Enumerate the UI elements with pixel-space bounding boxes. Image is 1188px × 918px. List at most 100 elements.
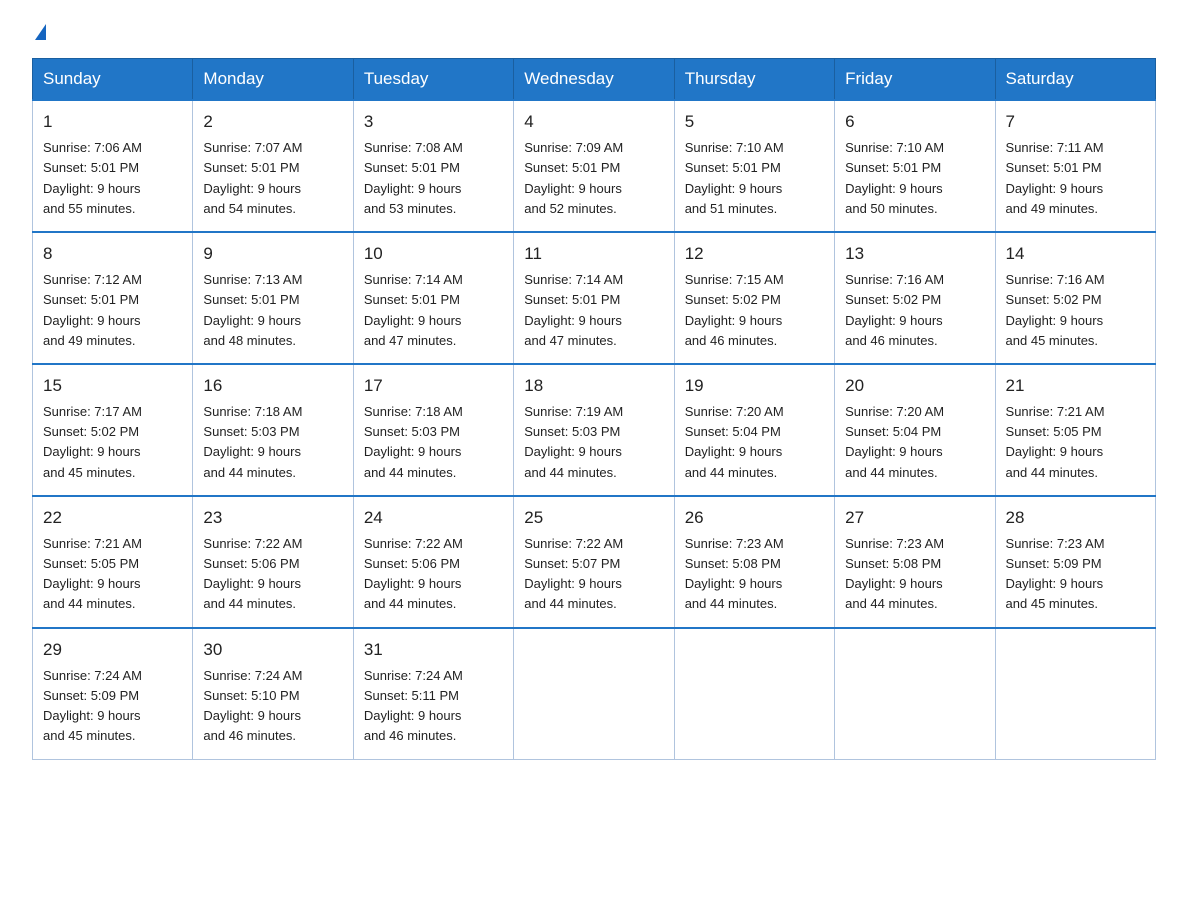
day-info: Sunrise: 7:21 AM Sunset: 5:05 PM Dayligh… bbox=[43, 536, 142, 611]
calendar-cell bbox=[514, 628, 674, 759]
calendar-week-5: 29 Sunrise: 7:24 AM Sunset: 5:09 PM Dayl… bbox=[33, 628, 1156, 759]
day-info: Sunrise: 7:18 AM Sunset: 5:03 PM Dayligh… bbox=[203, 404, 302, 479]
day-info: Sunrise: 7:10 AM Sunset: 5:01 PM Dayligh… bbox=[685, 140, 784, 215]
day-number: 22 bbox=[43, 505, 182, 531]
calendar-cell: 26 Sunrise: 7:23 AM Sunset: 5:08 PM Dayl… bbox=[674, 496, 834, 628]
calendar-week-3: 15 Sunrise: 7:17 AM Sunset: 5:02 PM Dayl… bbox=[33, 364, 1156, 496]
calendar-week-4: 22 Sunrise: 7:21 AM Sunset: 5:05 PM Dayl… bbox=[33, 496, 1156, 628]
day-info: Sunrise: 7:12 AM Sunset: 5:01 PM Dayligh… bbox=[43, 272, 142, 347]
day-number: 11 bbox=[524, 241, 663, 267]
day-number: 28 bbox=[1006, 505, 1145, 531]
day-number: 27 bbox=[845, 505, 984, 531]
calendar-cell: 9 Sunrise: 7:13 AM Sunset: 5:01 PM Dayli… bbox=[193, 232, 353, 364]
calendar-cell: 5 Sunrise: 7:10 AM Sunset: 5:01 PM Dayli… bbox=[674, 100, 834, 232]
day-info: Sunrise: 7:23 AM Sunset: 5:08 PM Dayligh… bbox=[845, 536, 944, 611]
calendar-cell: 2 Sunrise: 7:07 AM Sunset: 5:01 PM Dayli… bbox=[193, 100, 353, 232]
day-number: 30 bbox=[203, 637, 342, 663]
day-number: 21 bbox=[1006, 373, 1145, 399]
day-number: 10 bbox=[364, 241, 503, 267]
day-info: Sunrise: 7:18 AM Sunset: 5:03 PM Dayligh… bbox=[364, 404, 463, 479]
calendar-cell: 29 Sunrise: 7:24 AM Sunset: 5:09 PM Dayl… bbox=[33, 628, 193, 759]
calendar-week-1: 1 Sunrise: 7:06 AM Sunset: 5:01 PM Dayli… bbox=[33, 100, 1156, 232]
calendar-cell bbox=[835, 628, 995, 759]
day-number: 29 bbox=[43, 637, 182, 663]
day-info: Sunrise: 7:09 AM Sunset: 5:01 PM Dayligh… bbox=[524, 140, 623, 215]
calendar-cell bbox=[995, 628, 1155, 759]
weekday-header-saturday: Saturday bbox=[995, 59, 1155, 101]
day-info: Sunrise: 7:22 AM Sunset: 5:06 PM Dayligh… bbox=[203, 536, 302, 611]
day-number: 13 bbox=[845, 241, 984, 267]
day-info: Sunrise: 7:22 AM Sunset: 5:07 PM Dayligh… bbox=[524, 536, 623, 611]
day-info: Sunrise: 7:21 AM Sunset: 5:05 PM Dayligh… bbox=[1006, 404, 1105, 479]
calendar-cell: 18 Sunrise: 7:19 AM Sunset: 5:03 PM Dayl… bbox=[514, 364, 674, 496]
calendar-cell: 25 Sunrise: 7:22 AM Sunset: 5:07 PM Dayl… bbox=[514, 496, 674, 628]
calendar-cell: 6 Sunrise: 7:10 AM Sunset: 5:01 PM Dayli… bbox=[835, 100, 995, 232]
weekday-header-thursday: Thursday bbox=[674, 59, 834, 101]
day-info: Sunrise: 7:20 AM Sunset: 5:04 PM Dayligh… bbox=[685, 404, 784, 479]
calendar-cell: 17 Sunrise: 7:18 AM Sunset: 5:03 PM Dayl… bbox=[353, 364, 513, 496]
day-number: 9 bbox=[203, 241, 342, 267]
calendar-cell bbox=[674, 628, 834, 759]
day-info: Sunrise: 7:20 AM Sunset: 5:04 PM Dayligh… bbox=[845, 404, 944, 479]
calendar-cell: 4 Sunrise: 7:09 AM Sunset: 5:01 PM Dayli… bbox=[514, 100, 674, 232]
day-info: Sunrise: 7:23 AM Sunset: 5:08 PM Dayligh… bbox=[685, 536, 784, 611]
day-info: Sunrise: 7:22 AM Sunset: 5:06 PM Dayligh… bbox=[364, 536, 463, 611]
calendar-cell: 1 Sunrise: 7:06 AM Sunset: 5:01 PM Dayli… bbox=[33, 100, 193, 232]
weekday-header-monday: Monday bbox=[193, 59, 353, 101]
day-info: Sunrise: 7:16 AM Sunset: 5:02 PM Dayligh… bbox=[1006, 272, 1105, 347]
day-number: 2 bbox=[203, 109, 342, 135]
day-number: 8 bbox=[43, 241, 182, 267]
day-info: Sunrise: 7:14 AM Sunset: 5:01 PM Dayligh… bbox=[524, 272, 623, 347]
weekday-header-tuesday: Tuesday bbox=[353, 59, 513, 101]
day-info: Sunrise: 7:11 AM Sunset: 5:01 PM Dayligh… bbox=[1006, 140, 1104, 215]
day-info: Sunrise: 7:08 AM Sunset: 5:01 PM Dayligh… bbox=[364, 140, 463, 215]
day-number: 4 bbox=[524, 109, 663, 135]
day-number: 20 bbox=[845, 373, 984, 399]
day-number: 6 bbox=[845, 109, 984, 135]
day-info: Sunrise: 7:24 AM Sunset: 5:10 PM Dayligh… bbox=[203, 668, 302, 743]
day-number: 23 bbox=[203, 505, 342, 531]
calendar-header-row: SundayMondayTuesdayWednesdayThursdayFrid… bbox=[33, 59, 1156, 101]
day-number: 16 bbox=[203, 373, 342, 399]
day-info: Sunrise: 7:16 AM Sunset: 5:02 PM Dayligh… bbox=[845, 272, 944, 347]
calendar-cell: 30 Sunrise: 7:24 AM Sunset: 5:10 PM Dayl… bbox=[193, 628, 353, 759]
calendar-cell: 14 Sunrise: 7:16 AM Sunset: 5:02 PM Dayl… bbox=[995, 232, 1155, 364]
weekday-header-sunday: Sunday bbox=[33, 59, 193, 101]
calendar-cell: 28 Sunrise: 7:23 AM Sunset: 5:09 PM Dayl… bbox=[995, 496, 1155, 628]
day-info: Sunrise: 7:24 AM Sunset: 5:09 PM Dayligh… bbox=[43, 668, 142, 743]
weekday-header-friday: Friday bbox=[835, 59, 995, 101]
day-number: 1 bbox=[43, 109, 182, 135]
day-info: Sunrise: 7:15 AM Sunset: 5:02 PM Dayligh… bbox=[685, 272, 784, 347]
calendar-cell: 27 Sunrise: 7:23 AM Sunset: 5:08 PM Dayl… bbox=[835, 496, 995, 628]
calendar-cell: 31 Sunrise: 7:24 AM Sunset: 5:11 PM Dayl… bbox=[353, 628, 513, 759]
calendar-cell: 7 Sunrise: 7:11 AM Sunset: 5:01 PM Dayli… bbox=[995, 100, 1155, 232]
calendar-cell: 10 Sunrise: 7:14 AM Sunset: 5:01 PM Dayl… bbox=[353, 232, 513, 364]
day-number: 14 bbox=[1006, 241, 1145, 267]
calendar-cell: 3 Sunrise: 7:08 AM Sunset: 5:01 PM Dayli… bbox=[353, 100, 513, 232]
day-info: Sunrise: 7:24 AM Sunset: 5:11 PM Dayligh… bbox=[364, 668, 463, 743]
calendar-cell: 16 Sunrise: 7:18 AM Sunset: 5:03 PM Dayl… bbox=[193, 364, 353, 496]
calendar-cell: 12 Sunrise: 7:15 AM Sunset: 5:02 PM Dayl… bbox=[674, 232, 834, 364]
logo-triangle-icon bbox=[35, 24, 46, 40]
day-number: 25 bbox=[524, 505, 663, 531]
page-header bbox=[32, 24, 1156, 42]
calendar-week-2: 8 Sunrise: 7:12 AM Sunset: 5:01 PM Dayli… bbox=[33, 232, 1156, 364]
day-info: Sunrise: 7:13 AM Sunset: 5:01 PM Dayligh… bbox=[203, 272, 302, 347]
calendar-cell: 20 Sunrise: 7:20 AM Sunset: 5:04 PM Dayl… bbox=[835, 364, 995, 496]
day-info: Sunrise: 7:19 AM Sunset: 5:03 PM Dayligh… bbox=[524, 404, 623, 479]
day-number: 12 bbox=[685, 241, 824, 267]
day-number: 5 bbox=[685, 109, 824, 135]
calendar-cell: 22 Sunrise: 7:21 AM Sunset: 5:05 PM Dayl… bbox=[33, 496, 193, 628]
day-info: Sunrise: 7:06 AM Sunset: 5:01 PM Dayligh… bbox=[43, 140, 142, 215]
day-info: Sunrise: 7:23 AM Sunset: 5:09 PM Dayligh… bbox=[1006, 536, 1105, 611]
day-info: Sunrise: 7:07 AM Sunset: 5:01 PM Dayligh… bbox=[203, 140, 302, 215]
day-info: Sunrise: 7:14 AM Sunset: 5:01 PM Dayligh… bbox=[364, 272, 463, 347]
calendar-table: SundayMondayTuesdayWednesdayThursdayFrid… bbox=[32, 58, 1156, 760]
day-number: 3 bbox=[364, 109, 503, 135]
calendar-cell: 21 Sunrise: 7:21 AM Sunset: 5:05 PM Dayl… bbox=[995, 364, 1155, 496]
calendar-cell: 24 Sunrise: 7:22 AM Sunset: 5:06 PM Dayl… bbox=[353, 496, 513, 628]
day-number: 19 bbox=[685, 373, 824, 399]
weekday-header-wednesday: Wednesday bbox=[514, 59, 674, 101]
calendar-cell: 13 Sunrise: 7:16 AM Sunset: 5:02 PM Dayl… bbox=[835, 232, 995, 364]
day-number: 18 bbox=[524, 373, 663, 399]
